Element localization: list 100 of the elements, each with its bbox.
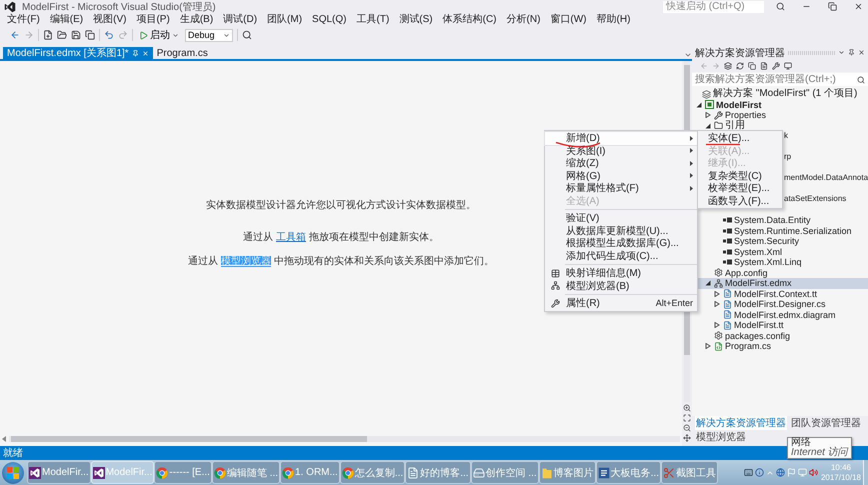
hint-link[interactable]: 工具箱 (276, 232, 306, 243)
reference-icon (723, 259, 732, 266)
help-icon[interactable] (754, 468, 764, 477)
find-icon[interactable] (242, 30, 252, 40)
folder-icon (714, 121, 723, 130)
wrench-icon[interactable] (772, 62, 780, 70)
menu-item[interactable]: 调试(D) (218, 13, 262, 27)
panel-title: 解决方案资源管理器 (695, 46, 785, 60)
search-icon (776, 2, 784, 11)
expander-icon[interactable] (705, 343, 711, 350)
hierarchy-icon (550, 281, 560, 290)
zoom-out-icon[interactable] (683, 424, 691, 432)
folder-icon (540, 466, 553, 478)
submenu-arrow-icon (690, 148, 693, 154)
tree-item[interactable]: ModelFirst (692, 100, 868, 110)
reference-icon (723, 248, 732, 255)
quick-launch-field[interactable]: 快速启动 (Ctrl+Q) (663, 0, 764, 12)
pin-icon[interactable] (848, 49, 855, 56)
tree-item[interactable]: ModelFirst.tt (692, 320, 868, 330)
menu-item[interactable]: 文件(F) (2, 13, 45, 27)
move-icon[interactable] (683, 434, 691, 442)
scissors-icon (663, 466, 675, 478)
expander-icon[interactable] (705, 280, 711, 286)
annotation-stroke (706, 143, 740, 146)
menu-item[interactable]: 标量属性格式(F) (545, 182, 697, 194)
document-tab[interactable]: Program.cs (152, 47, 212, 59)
menu-item[interactable]: 复杂类型(C) (698, 170, 782, 182)
tree-item[interactable]: packages.config (692, 330, 868, 341)
menu-item[interactable]: 项目(P) (131, 13, 175, 27)
start-button[interactable]: 启动 (137, 28, 181, 42)
menu-item[interactable]: 新增(D) (545, 132, 697, 144)
show-files-icon[interactable] (760, 62, 768, 70)
volume-icon[interactable] (808, 468, 818, 477)
refresh-icon[interactable] (736, 62, 744, 70)
tab-list-icon[interactable] (684, 51, 692, 59)
fit-icon[interactable] (683, 414, 691, 422)
menu-item[interactable]: 函数导入(F)... (698, 194, 782, 207)
new-file-icon[interactable] (43, 30, 53, 40)
save-all-icon[interactable] (85, 30, 95, 40)
menu-item[interactable]: 网格(G) (545, 170, 697, 182)
globe-icon[interactable] (776, 468, 785, 477)
panel-tab[interactable]: 模型浏览器 (695, 430, 747, 444)
project-icon (705, 100, 714, 110)
panel-tab[interactable]: 团队资源管理器 (790, 416, 862, 430)
chrome-icon (282, 466, 294, 478)
window-title: ModelFirst - Microsoft Visual Studio(管理员) (22, 0, 216, 14)
expander-icon[interactable] (714, 301, 720, 308)
submenu-arrow-icon (690, 186, 693, 191)
wrench-icon (714, 110, 723, 120)
expander-icon[interactable] (705, 122, 711, 129)
close-icon (854, 2, 862, 11)
vs-app-icon (92, 466, 105, 478)
vs-app-icon (29, 466, 41, 478)
panel-tab[interactable]: 解决方案资源管理器 (695, 416, 787, 430)
submenu-arrow-icon (690, 136, 693, 141)
expander-icon[interactable] (705, 112, 711, 118)
menu-item[interactable]: 窗口(W) (545, 13, 592, 27)
menu-item[interactable]: 团队(M) (262, 13, 308, 27)
menu-item[interactable]: 帮助(H) (592, 13, 636, 27)
tree-item[interactable]: Properties (692, 110, 868, 120)
expander-icon[interactable] (714, 290, 720, 297)
menu-item[interactable]: 编辑(E) (44, 13, 88, 27)
menu-item[interactable]: 实体(E)... (698, 132, 782, 144)
save-icon[interactable] (71, 30, 81, 40)
menu-item[interactable]: 分析(N) (502, 13, 546, 27)
menu-item[interactable]: 工具(T) (352, 13, 394, 27)
vs-logo-icon (4, 0, 16, 12)
notepad-icon (407, 466, 420, 478)
menu-item[interactable]: 生成(B) (174, 13, 218, 27)
menu-item[interactable]: SQL(Q) (307, 13, 352, 27)
scroll-left-icon[interactable] (2, 436, 6, 442)
tree-item[interactable]: Program.cs (692, 341, 868, 352)
menu-item[interactable]: 缩放(Z) (545, 157, 697, 170)
designer-intro-text: 实体数据模型设计器允许您以可视化方式设计实体数据模型。 (206, 198, 476, 212)
menu-item[interactable]: 体系结构(C) (438, 13, 502, 27)
dropdown-icon[interactable] (838, 49, 845, 56)
config-file-icon (714, 331, 723, 340)
expander-icon[interactable] (696, 102, 702, 108)
close-icon[interactable] (858, 49, 865, 56)
tree-item[interactable]: ModelFirst.edmx.diagram (692, 310, 868, 320)
open-folder-icon[interactable] (57, 30, 67, 40)
tree-item[interactable]: 引用 (692, 120, 868, 131)
expander-icon[interactable] (714, 322, 720, 328)
horizontal-scrollbar[interactable] (9, 436, 680, 442)
preview-icon[interactable] (784, 62, 792, 70)
file-icon (723, 289, 732, 298)
tree-item[interactable]: 解决方案 "ModelFirst" (1 个项目) (692, 89, 868, 100)
menu-item[interactable]: 测试(S) (394, 13, 438, 27)
start-button[interactable] (2, 462, 24, 484)
menu-item[interactable]: 视图(V) (88, 13, 132, 27)
zoom-in-icon[interactable] (683, 404, 691, 412)
designer-hint-text: 通过从 模型浏览器 中拖动现有的实体和关系向该关系图中添加它们。 (188, 254, 494, 268)
menu-item[interactable]: 枚举类型(E)... (698, 182, 782, 194)
caret-icon (172, 32, 179, 38)
undo-icon[interactable] (104, 30, 114, 40)
keyboard-icon[interactable] (744, 468, 753, 477)
status-text: 就绪 (3, 446, 23, 460)
caret-icon (222, 32, 230, 38)
back-icon[interactable] (10, 30, 20, 40)
configuration-dropdown[interactable]: Debug (185, 28, 233, 42)
